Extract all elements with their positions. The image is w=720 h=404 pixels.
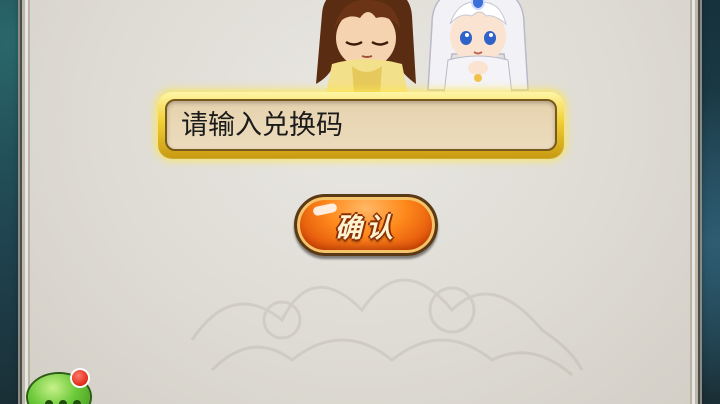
chat-button[interactable] xyxy=(24,368,94,404)
button-gloss xyxy=(312,202,338,217)
confirm-button-label: 确认 xyxy=(335,212,397,244)
swordsman-character-icon xyxy=(316,0,416,94)
redeem-code-input[interactable] xyxy=(165,99,557,151)
chat-dots xyxy=(45,400,81,404)
game-screen: 确认 xyxy=(0,0,720,404)
priestess-character-icon xyxy=(427,0,529,94)
notification-badge xyxy=(72,370,88,386)
confirm-button[interactable]: 确认 xyxy=(294,194,438,256)
redeem-code-field-frame xyxy=(158,92,564,158)
